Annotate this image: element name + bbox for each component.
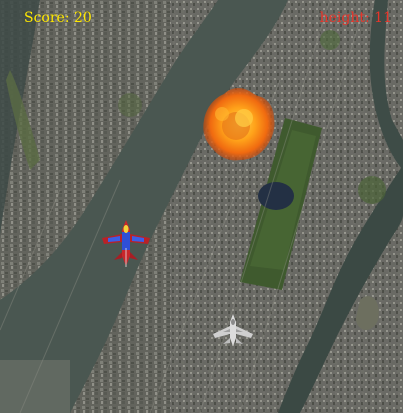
satellite-map-background <box>0 0 403 413</box>
game-canvas[interactable]: Score: 20 height: 11 <box>0 0 403 413</box>
player-jet-icon[interactable] <box>100 218 152 268</box>
height-label: height: 11 <box>319 10 392 26</box>
explosion-icon <box>203 88 275 161</box>
reservoir <box>258 182 294 210</box>
score-label: Score: 20 <box>24 10 92 26</box>
enemy-jet-icon[interactable] <box>211 312 255 348</box>
